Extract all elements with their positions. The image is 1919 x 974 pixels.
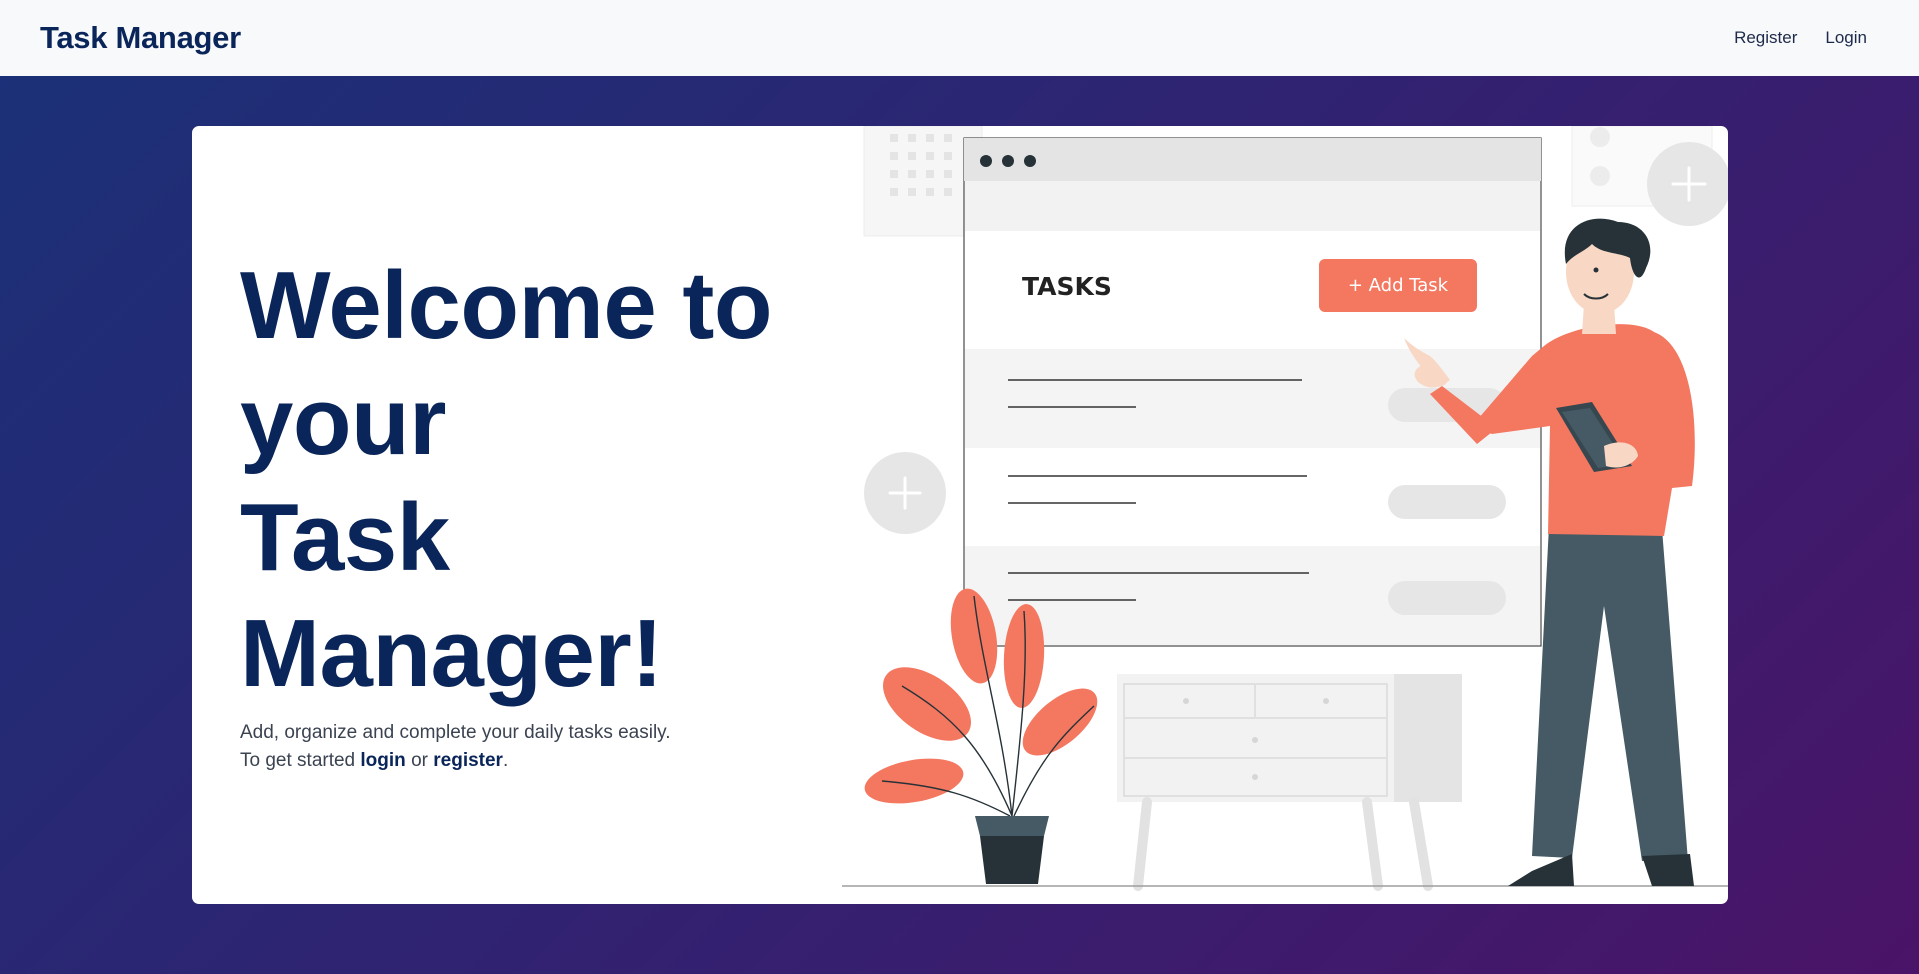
cta-suffix: . (502, 750, 509, 771)
hero-headline: Welcome to your Task Manager! (240, 248, 773, 712)
headline-line: Task (240, 484, 450, 591)
login-link[interactable]: Login (1825, 28, 1867, 48)
register-link[interactable]: Register (1734, 28, 1797, 48)
task-window: TASKS + Add Task (963, 137, 1542, 647)
nav-links: Register Login (1734, 28, 1867, 48)
hero-card: Welcome to your Task Manager! Add, organ… (192, 126, 1728, 904)
hero-subtitle: Add, organize and complete your daily ta… (240, 719, 671, 775)
headline-line: Manager! (240, 600, 663, 707)
brand-logo-link[interactable]: Task Manager (40, 20, 241, 56)
headline-line: Welcome to (240, 252, 773, 359)
plus-circle-icon (864, 452, 946, 534)
navbar: Task Manager Register Login (0, 0, 1919, 76)
dresser-illustration (1117, 674, 1462, 891)
add-task-label: + Add Task (1348, 275, 1449, 296)
subtitle-text: Add, organize and complete your daily ta… (240, 722, 671, 743)
tasks-heading: TASKS (1022, 272, 1112, 301)
window-dots-icon (980, 155, 1036, 167)
task-board-illustration: TASKS + Add Task (842, 126, 1728, 891)
plus-circle-icon (1647, 142, 1728, 226)
headline-line: your (240, 368, 447, 475)
cta-text: To get started login or register. (240, 747, 671, 775)
cta-login-link[interactable]: login (360, 750, 405, 771)
add-task-button: + Add Task (1319, 259, 1477, 312)
cta-middle: or (405, 750, 434, 771)
cta-prefix: To get started (240, 750, 361, 771)
cta-register-link[interactable]: register (433, 750, 503, 771)
